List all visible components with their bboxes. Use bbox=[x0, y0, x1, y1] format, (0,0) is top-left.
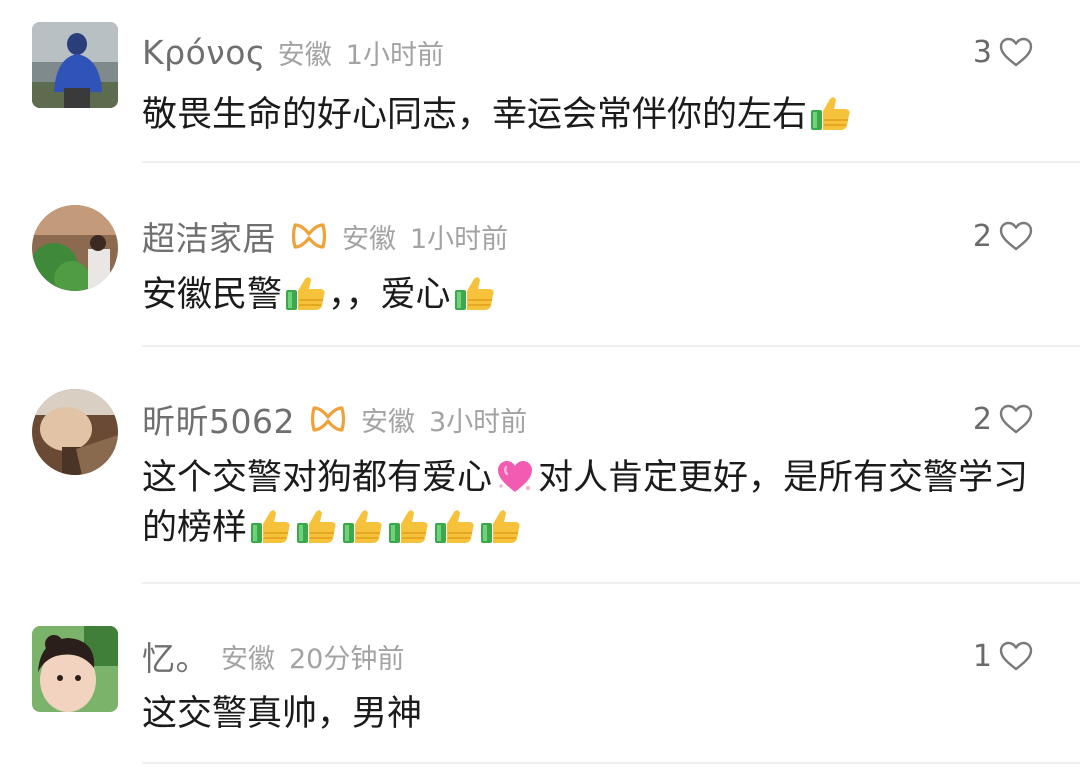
like-count: 1 bbox=[972, 638, 992, 674]
location-label: 安徽 bbox=[221, 643, 275, 675]
heart-outline-icon[interactable] bbox=[998, 640, 1034, 672]
thumbs-up-emoji bbox=[807, 93, 853, 133]
vip-badge-icon bbox=[309, 404, 347, 434]
vip-badge-icon bbox=[290, 221, 328, 251]
like-button[interactable]: 1 bbox=[973, 634, 1034, 678]
avatar[interactable] bbox=[32, 389, 118, 475]
heart-outline-icon[interactable] bbox=[998, 403, 1034, 435]
heart-outline-icon[interactable] bbox=[998, 36, 1034, 68]
thumbs-up-emoji bbox=[451, 273, 497, 313]
comment-text-segment: 安徽民警 bbox=[142, 275, 283, 315]
like-count: 2 bbox=[972, 401, 992, 437]
comment-text-segment: 这交警真帅，男神 bbox=[142, 694, 423, 734]
username[interactable]: 忆。 bbox=[142, 632, 209, 680]
location-label: 安徽 bbox=[277, 39, 332, 71]
thumbs-up-emoji bbox=[247, 506, 293, 546]
location-label: 安徽 bbox=[342, 223, 396, 255]
thumbs-up-emoji bbox=[282, 273, 328, 313]
like-button[interactable]: 2 bbox=[973, 397, 1034, 441]
thumbs-up-emoji bbox=[293, 506, 339, 546]
timestamp: 1小时前 bbox=[410, 223, 509, 255]
username[interactable]: 超洁家居 bbox=[142, 212, 276, 260]
thumbs-up-emoji bbox=[385, 506, 431, 546]
comment-text-segment: 敬畏生命的好心同志，幸运会常伴你的左右 bbox=[142, 95, 808, 135]
like-button[interactable]: 2 bbox=[973, 214, 1034, 258]
username[interactable]: 昕昕5062 bbox=[142, 395, 295, 443]
divider bbox=[142, 161, 1080, 163]
divider bbox=[142, 582, 1080, 584]
like-count: 2 bbox=[972, 218, 992, 254]
comment-text: 安徽民警 ，，爱心 bbox=[142, 270, 1047, 320]
username[interactable]: Κρόνος bbox=[142, 33, 266, 72]
comment-text: 这个交警对狗都有爱心 对人肯定更好，是所有交警学习的榜样 bbox=[142, 453, 1047, 553]
comment-meta: 忆。 安徽 20分钟前 bbox=[142, 634, 404, 678]
thumbs-up-emoji bbox=[477, 506, 523, 546]
location-label: 安徽 bbox=[360, 406, 415, 438]
avatar[interactable] bbox=[32, 22, 118, 108]
comment-meta: 昕昕5062 安徽 3小时前 bbox=[142, 397, 527, 441]
comment-text-segment: ，，爱心 bbox=[328, 275, 451, 315]
like-count: 3 bbox=[972, 34, 992, 70]
comment-text: 敬畏生命的好心同志，幸运会常伴你的左右 bbox=[142, 90, 1047, 140]
thumbs-up-emoji bbox=[339, 506, 385, 546]
comment-text-segment: 这个交警对狗都有爱心 bbox=[142, 458, 493, 498]
thumbs-up-emoji bbox=[431, 506, 477, 546]
sparkling-heart-emoji bbox=[492, 456, 538, 496]
avatar[interactable] bbox=[32, 205, 118, 291]
divider bbox=[142, 762, 1080, 764]
comment-meta: Κρόνος 安徽 1小时前 bbox=[142, 30, 444, 74]
heart-outline-icon[interactable] bbox=[998, 220, 1034, 252]
comment-text: 这交警真帅，男神 bbox=[142, 689, 1047, 739]
divider bbox=[142, 345, 1080, 347]
timestamp: 3小时前 bbox=[428, 406, 528, 438]
timestamp: 20分钟前 bbox=[289, 643, 405, 675]
avatar[interactable] bbox=[32, 626, 118, 712]
comment-meta: 超洁家居 安徽 1小时前 bbox=[142, 214, 508, 258]
timestamp: 1小时前 bbox=[345, 39, 444, 71]
like-button[interactable]: 3 bbox=[973, 30, 1034, 74]
